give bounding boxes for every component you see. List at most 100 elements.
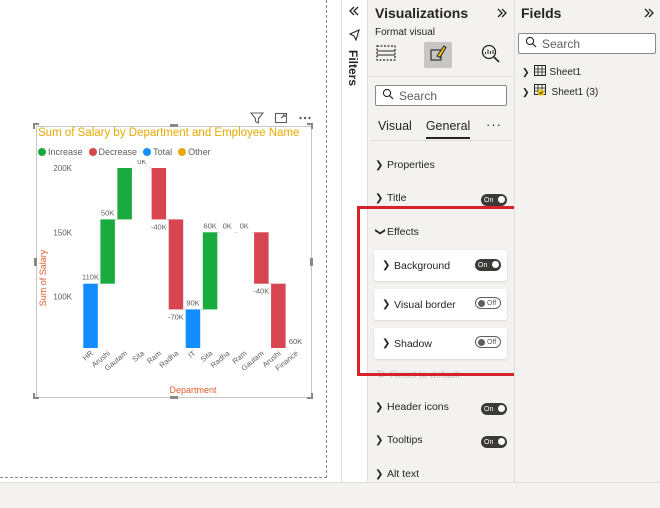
visualizations-mode-icons	[372, 42, 504, 68]
data-label: 0K	[240, 221, 249, 230]
y-tick-label: 100K	[53, 293, 72, 302]
y-axis-title: Sum of Salary	[38, 249, 48, 306]
section-tooltips-label: Tooltips	[387, 434, 423, 446]
chevron-right-icon: ❯	[375, 401, 384, 413]
data-label: 60K	[289, 337, 302, 346]
x-tick-label: Radha	[209, 348, 232, 370]
paint-brush-icon	[428, 42, 448, 69]
y-tick-label: 150K	[53, 228, 72, 237]
legend-label-increase: Increase	[48, 147, 83, 157]
data-label: 0K	[137, 160, 146, 166]
build-visual-button[interactable]	[372, 42, 400, 68]
waterfall-bar	[185, 309, 201, 348]
section-alt-text[interactable]: ❯ Alt text	[375, 468, 419, 480]
chevron-right-icon: ❯	[375, 159, 384, 171]
header-icons-toggle[interactable]: On	[481, 403, 507, 415]
y-tick-label: 200K	[53, 164, 72, 173]
field-table-label: Sheet1 (3)	[551, 86, 599, 98]
visual-header	[249, 110, 312, 126]
section-tooltips[interactable]: ❯ Tooltips	[375, 434, 423, 446]
legend-marker-total	[143, 148, 152, 156]
header-icons-toggle-label: On	[484, 405, 494, 413]
legend-marker-increase	[38, 148, 46, 156]
data-label: 60K	[203, 221, 216, 230]
format-tabs: Visual General	[378, 119, 471, 139]
waterfall-bar	[117, 168, 132, 220]
legend-marker-decrease	[88, 148, 97, 156]
section-header-icons[interactable]: ❯ Header icons	[375, 401, 449, 413]
toggle-knob	[498, 438, 505, 445]
x-tick-label: Sita	[130, 348, 146, 364]
chevron-right-icon: ❯	[375, 434, 384, 446]
more-options-button[interactable]: ···	[486, 117, 502, 132]
field-table-label: Sheet1	[549, 66, 582, 78]
section-header-icons-label: Header icons	[387, 401, 449, 413]
search-icon	[525, 36, 537, 51]
legend-label-total: Total	[153, 147, 173, 157]
section-properties-label: Properties	[387, 159, 435, 171]
table-icon	[533, 65, 546, 79]
chevron-right-icon: ❯	[522, 66, 530, 77]
waterfall-bar	[202, 232, 218, 310]
bottom-status-bar	[0, 482, 660, 508]
legend-item-increase[interactable]: Increase	[38, 147, 83, 157]
filter-icon[interactable]	[249, 111, 265, 125]
title-toggle[interactable]: On	[481, 194, 507, 206]
visualizations-title: Visualizations	[375, 5, 469, 21]
format-visual-button[interactable]	[424, 42, 452, 68]
focus-mode-icon[interactable]	[274, 111, 288, 125]
search-placeholder: Search	[399, 88, 438, 103]
waterfall-bar	[254, 232, 269, 284]
format-visual-label: Format visual	[375, 27, 436, 38]
search-placeholder: Search	[542, 36, 581, 51]
chart-legend: Increase Decrease Total Other	[38, 147, 211, 157]
legend-item-total[interactable]: Total	[143, 147, 172, 157]
grid-table-icon	[375, 43, 397, 68]
table-in-use-icon	[533, 84, 548, 100]
waterfall-bar	[100, 219, 115, 284]
section-title[interactable]: ❯ Title	[375, 192, 406, 204]
data-label: -70K	[168, 312, 184, 321]
field-table-sheet1-3[interactable]: ❯ Sheet1 (3)	[522, 84, 598, 100]
filters-label[interactable]: Filters	[346, 50, 360, 86]
waterfall-bar	[168, 219, 184, 310]
legend-item-other[interactable]: Other	[178, 147, 211, 157]
send-arrow-icon[interactable]	[348, 28, 361, 46]
analytics-button[interactable]	[476, 42, 504, 68]
field-table-sheet1[interactable]: ❯ Sheet1	[522, 65, 581, 79]
legend-item-decrease[interactable]: Decrease	[88, 147, 138, 157]
double-chevron-left-icon[interactable]	[347, 4, 361, 23]
tooltips-toggle[interactable]: On	[481, 436, 507, 448]
double-chevron-right-icon[interactable]	[495, 6, 509, 25]
chevron-right-icon: ❯	[375, 468, 384, 480]
waterfall-bar	[271, 283, 286, 348]
effects-highlight-box	[357, 206, 533, 376]
title-toggle-label: On	[484, 196, 494, 204]
tab-general[interactable]: General	[425, 119, 471, 139]
data-label: -40K	[253, 287, 269, 296]
tabs-divider	[370, 140, 512, 141]
legend-label-decrease: Decrease	[98, 147, 138, 157]
waterfall-bar	[83, 283, 98, 348]
data-label: 90K	[186, 298, 199, 307]
legend-label-other: Other	[188, 147, 211, 157]
fields-search-input[interactable]: Search	[518, 33, 656, 54]
fields-title: Fields	[521, 5, 562, 21]
resize-handle-bottom[interactable]	[170, 396, 178, 399]
toggle-knob	[498, 196, 505, 203]
chevron-right-icon: ❯	[375, 192, 384, 204]
tab-visual[interactable]: Visual	[378, 119, 412, 139]
section-properties[interactable]: ❯ Properties	[375, 159, 435, 171]
waterfall-bar	[151, 168, 167, 220]
format-search-input[interactable]: Search	[375, 85, 507, 106]
x-tick-label: Radha	[157, 348, 180, 370]
waterfall-chart: 100K150K200KSum of Salary 110KHR50KArushi…	[38, 160, 302, 395]
canvas-page-border	[326, 0, 327, 478]
double-chevron-right-icon[interactable]	[642, 6, 656, 25]
data-label: 110K	[82, 273, 99, 282]
toggle-knob	[498, 405, 505, 412]
viz-divider	[368, 76, 514, 77]
section-title-label: Title	[387, 192, 407, 204]
chart-title: Sum of Salary by Department and Employee…	[38, 127, 300, 139]
more-options-icon[interactable]	[298, 111, 312, 125]
